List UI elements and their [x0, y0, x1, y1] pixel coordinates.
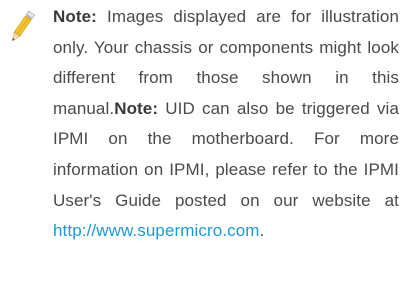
supermicro-link[interactable]: http://www.supermicro.com	[53, 221, 260, 240]
note-block: Note: Images displayed are for illus­tra…	[0, 0, 405, 284]
note-label-uid: Note:	[114, 98, 159, 118]
note-paragraph: Note: Images displayed are for illus­tra…	[53, 2, 399, 247]
note-text-end: .	[259, 221, 265, 241]
pencil-icon	[11, 10, 36, 42]
note-label: Note:	[53, 7, 97, 26]
